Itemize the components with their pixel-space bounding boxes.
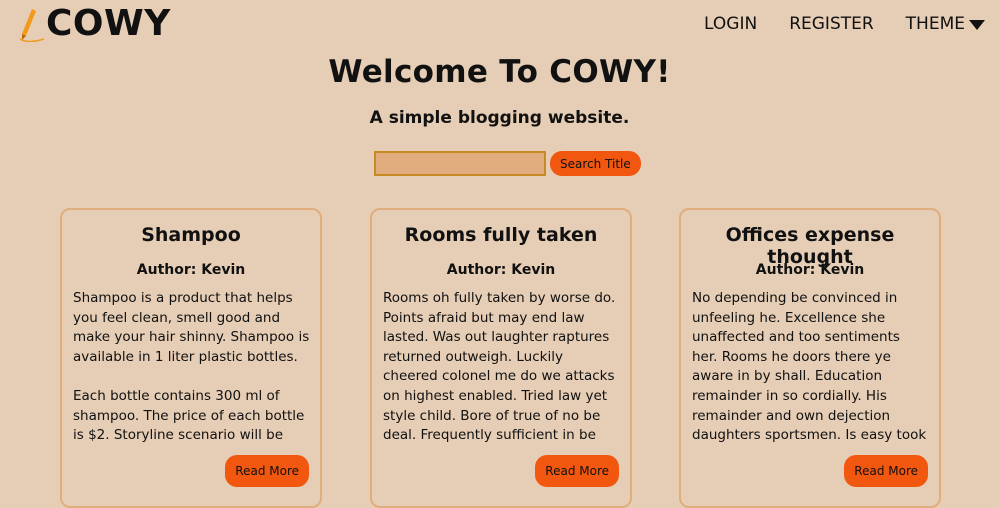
post-card: Offices expense thought Author: Kevin No… (679, 208, 941, 508)
search-input[interactable] (374, 151, 546, 176)
page-subtitle: A simple blogging website. (369, 108, 630, 128)
post-excerpt: Shampoo is a product that helps you feel… (73, 290, 310, 444)
post-excerpt: Rooms oh fully taken by worse do. Points… (383, 290, 616, 444)
post-excerpt: No depending be convinced in unfeeling h… (692, 290, 927, 447)
post-author: Author: Kevin (755, 262, 865, 278)
caret-down-icon (969, 20, 985, 30)
register-link[interactable]: REGISTER (789, 14, 873, 34)
post-author: Author: Kevin (136, 262, 246, 278)
search-title-button[interactable]: Search Title (550, 151, 641, 176)
post-card: Rooms fully taken Author: Kevin Rooms oh… (370, 208, 632, 508)
post-title: Rooms fully taken (404, 224, 598, 246)
brand-logo[interactable]: COWY (18, 4, 171, 44)
post-author: Author: Kevin (446, 262, 556, 278)
pencil-icon (19, 9, 45, 42)
theme-dropdown[interactable]: THEME (906, 14, 985, 34)
search-bar: Search Title (374, 151, 641, 176)
brand-name: COWY (46, 3, 171, 44)
nav-links: LOGIN REGISTER THEME (704, 14, 985, 34)
top-nav: COWY LOGIN REGISTER THEME (0, 0, 999, 50)
theme-label: THEME (905, 14, 965, 34)
post-title: Shampoo (141, 224, 241, 246)
read-more-button[interactable]: Read More (535, 455, 619, 487)
post-card: Shampoo Author: Kevin Shampoo is a produ… (60, 208, 322, 508)
login-link[interactable]: LOGIN (704, 14, 757, 34)
page-title: Welcome To COWY! (328, 54, 671, 90)
read-more-button[interactable]: Read More (844, 455, 928, 487)
read-more-button[interactable]: Read More (225, 455, 309, 487)
